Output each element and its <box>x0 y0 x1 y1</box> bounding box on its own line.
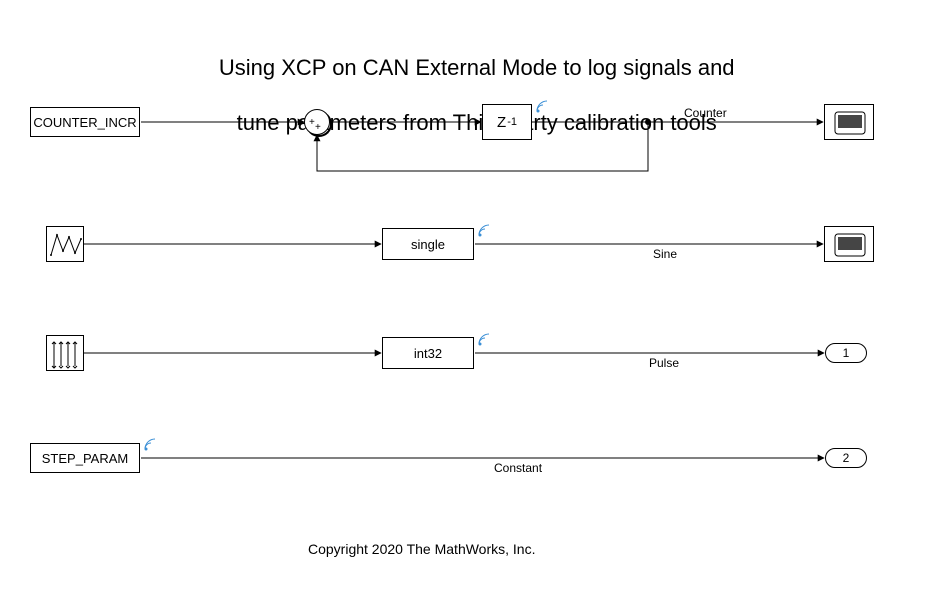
constant-block-step-param[interactable]: STEP_PARAM <box>30 443 140 473</box>
scope-icon <box>825 105 875 141</box>
dtconv-label: single <box>383 229 473 259</box>
sum-plus-icon: + <box>309 117 315 128</box>
signal-label-sine: Sine <box>653 247 677 261</box>
signal-logging-icon <box>536 100 550 114</box>
pulse-generator-icon <box>47 336 85 372</box>
copyright-text: Copyright 2020 The MathWorks, Inc. <box>308 541 535 557</box>
constant-block-label: COUNTER_INCR <box>31 108 139 136</box>
sum-block[interactable]: + + <box>304 109 330 135</box>
signal-logging-icon <box>478 224 492 238</box>
signal-label-pulse: Pulse <box>649 356 679 370</box>
outport-block[interactable]: 1 <box>825 343 867 363</box>
scope-block[interactable] <box>824 104 874 140</box>
constant-block-counter-incr[interactable]: COUNTER_INCR <box>30 107 140 137</box>
unit-delay-label: Z-1 <box>483 105 531 139</box>
repeating-sequence-icon <box>47 227 85 263</box>
outport-label: 2 <box>825 448 867 468</box>
outport-label: 1 <box>825 343 867 363</box>
datatype-conversion-block[interactable]: int32 <box>382 337 474 369</box>
scope-block[interactable] <box>824 226 874 262</box>
sum-plus-icon: + <box>315 122 321 133</box>
unit-delay-block[interactable]: Z-1 <box>482 104 532 140</box>
wires-layer <box>0 0 929 599</box>
dtconv-label: int32 <box>383 338 473 368</box>
repeating-sequence-block[interactable] <box>46 226 84 262</box>
datatype-conversion-block[interactable]: single <box>382 228 474 260</box>
diagram-canvas: Using XCP on CAN External Mode to log si… <box>0 0 929 599</box>
constant-block-label: STEP_PARAM <box>31 444 139 472</box>
scope-icon <box>825 227 875 263</box>
signal-logging-icon <box>478 333 492 347</box>
signal-label-counter: Counter <box>684 106 727 120</box>
outport-block[interactable]: 2 <box>825 448 867 468</box>
pulse-generator-block[interactable] <box>46 335 84 371</box>
signal-label-constant: Constant <box>494 461 542 475</box>
signal-logging-icon <box>144 438 158 452</box>
